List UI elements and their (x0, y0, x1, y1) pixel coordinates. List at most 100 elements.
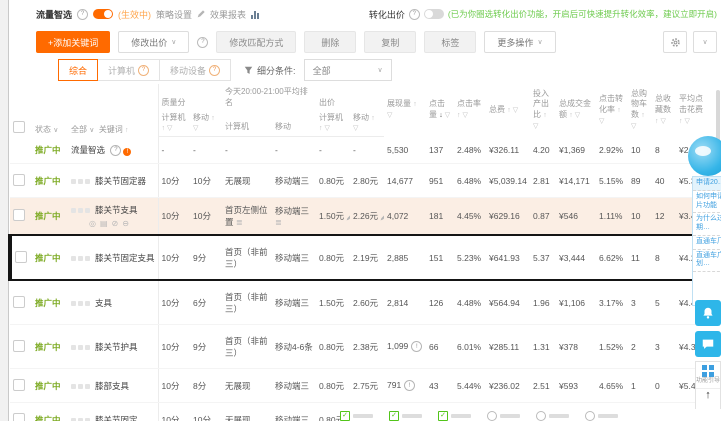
keyword-cell[interactable]: 膝部支具 (68, 368, 159, 403)
bid-pc-cell[interactable]: 0.80元 (316, 233, 351, 281)
bid-mobile-cell[interactable]: 2.75元 (350, 368, 385, 403)
info-icon[interactable]: ? (110, 144, 122, 156)
keyword-label[interactable]: 膝关节护具 (95, 342, 138, 352)
row-select-cell[interactable] (10, 402, 32, 421)
favs-header[interactable]: 总收藏数 ↑ ▽ (652, 84, 676, 137)
help-icon[interactable]: ? (408, 8, 420, 20)
tab-mobile[interactable]: 移动设备? (159, 59, 232, 81)
rank-mobile-header[interactable]: 移动 (272, 110, 317, 137)
keyword-cell[interactable]: 膝关节固定器 (68, 163, 159, 198)
keyword-label[interactable]: 膝关节固定器 (95, 176, 146, 186)
keyword-header[interactable]: 全部 ∨ 关键词 ↑ (68, 84, 159, 137)
faq-link[interactable]: 如何申请图片功能 (693, 191, 721, 214)
table-row[interactable]: 推广中 膝部支具 10分 8分 无展现 移动端三 0.80元 2.75元 791! 43 5.44%… (10, 368, 712, 403)
bid-mobile-cell[interactable]: 2.26元 (350, 197, 385, 236)
ctr-header[interactable]: 点击率 ↑ ▽ (454, 84, 486, 137)
row-checkbox[interactable] (13, 339, 25, 352)
tab-overall[interactable]: 综合 (58, 59, 99, 81)
keyword-cell[interactable]: 膝关节固定 (68, 402, 159, 421)
row-select-cell[interactable] (10, 197, 32, 236)
legend-item[interactable]: ✓ (438, 411, 471, 421)
back-to-top-button[interactable]: ↑ (696, 387, 720, 401)
modify-bid-dropdown[interactable]: 修改出价 ∨ (118, 31, 190, 53)
legend-item[interactable] (487, 411, 520, 421)
quality-pc-header[interactable]: 计算机 ↑ ▽ (158, 110, 190, 137)
row-checkbox[interactable] (13, 295, 25, 308)
bid-pc-cell[interactable]: 0.80元 (316, 163, 351, 198)
column-settings-button[interactable] (663, 31, 687, 53)
impressions-header[interactable]: 展现量 ↑ ▽ (384, 84, 426, 137)
keyword-label[interactable]: 支具 (95, 298, 112, 308)
row-select-cell[interactable] (10, 279, 32, 325)
delete-button[interactable]: 删除 (304, 31, 357, 53)
bid-pc-cell[interactable]: - (316, 136, 351, 164)
keyword-action-icons[interactable]: ◎▤⊘⊖ (89, 219, 155, 228)
help-icon[interactable]: ? (77, 8, 89, 20)
keyword-cell[interactable]: 膝关节固定支具 (68, 233, 159, 281)
list-icon[interactable]: ≣ (275, 218, 282, 227)
quality-mobile-header[interactable]: 移动 ↑ ▽ (190, 110, 222, 137)
table-row[interactable]: 推广中 膝关节护具 10分 9分 首页（非前三） 移动4-6条 0.80元 2.38元 1,09… (10, 324, 712, 369)
filter-select[interactable]: 全部 ∨ (303, 59, 392, 81)
vertical-scrollbar[interactable] (716, 90, 720, 142)
cpc-header[interactable]: 平均点击花费 ↑ ▽ (676, 84, 711, 137)
row-checkbox[interactable] (13, 208, 25, 221)
more-actions-dropdown[interactable]: 更多操作 ∨ (484, 31, 556, 53)
bid-mobile-cell[interactable]: 2.38元 (350, 324, 385, 369)
assistant-mascot[interactable] (688, 136, 721, 176)
keyword-cell[interactable]: 流量智选 ?! (68, 136, 159, 164)
feedback-chat-button[interactable] (695, 331, 721, 357)
keyword-label[interactable]: 膝关节固定 (95, 415, 138, 421)
faq-link[interactable]: 直通车厂… (693, 236, 721, 250)
tag-button[interactable]: 标签 (424, 31, 477, 53)
edit-bid-icon[interactable] (346, 213, 351, 221)
table-row[interactable]: 推广中 膝关节固定器 10分 10分 无展现 移动端三 0.80元 2.80元 14,677 95… (10, 163, 712, 198)
strategy-settings-link[interactable]: 策略设置 (156, 8, 192, 21)
help-icon[interactable]: ? (197, 36, 209, 48)
keyword-label[interactable]: 流量智选 (71, 145, 105, 155)
bid-pc-header[interactable]: 计算机 ↑ ▽ (316, 110, 351, 137)
row-select-cell[interactable] (10, 368, 32, 403)
list-icon[interactable]: ≣ (236, 218, 243, 227)
modify-match-button[interactable]: 修改匹配方式 (216, 31, 297, 53)
table-row[interactable]: 推广中 支具 10分 6分 首页（非前三） 移动端三 1.50元 2.60元 2,814 126 4… (10, 279, 712, 325)
row-checkbox[interactable] (13, 378, 25, 391)
bid-mobile-cell[interactable]: - (350, 136, 385, 164)
copy-button[interactable]: 复制 (364, 31, 417, 53)
keyword-cell[interactable]: 支具 (68, 279, 159, 325)
bid-mobile-cell[interactable]: 2.80元 (350, 163, 385, 198)
keyword-label[interactable]: 膝部支具 (95, 381, 129, 391)
legend-item[interactable] (536, 411, 569, 421)
keyword-label[interactable]: 膝关节支具 (95, 205, 138, 215)
row-checkbox[interactable] (15, 250, 27, 263)
edit-bid-icon[interactable] (380, 213, 385, 221)
tab-pc[interactable]: 计算机? (97, 59, 161, 81)
cost-header[interactable]: 总费 ↑ ▽ (486, 84, 530, 137)
gmv-header[interactable]: 总成交金额 ↑ ▽ (556, 84, 596, 137)
row-checkbox[interactable] (13, 412, 25, 421)
effect-report-link[interactable]: 效果报表 (210, 8, 246, 21)
carts-header[interactable]: 总购物车数 ↑ ▽ (628, 84, 652, 137)
status-header[interactable]: 状态 ∨ (32, 84, 68, 137)
collapse-button[interactable]: ∨ (693, 31, 717, 53)
keyword-cell[interactable]: 膝关节支具 ◎▤⊘⊖ (68, 197, 159, 236)
edit-pencil-icon[interactable] (197, 10, 205, 18)
table-row[interactable]: 推广中 流量智选 ?! - - - - - -5,530 137 2.48% ¥326.11 4.20… (10, 136, 712, 164)
clicks-header[interactable]: 点击量 ↓ ▽ (426, 84, 454, 137)
legend-item[interactable]: ✓ (340, 411, 373, 421)
bid-mobile-cell[interactable]: 2.60元 (350, 279, 385, 325)
smart-traffic-toggle-on[interactable] (93, 9, 114, 19)
conversion-bid-toggle-off[interactable] (423, 9, 444, 19)
select-all-checkbox[interactable] (13, 120, 25, 133)
legend-item[interactable]: ✓ (389, 411, 422, 421)
bid-mobile-cell[interactable]: 2.19元 (350, 233, 385, 281)
add-keyword-button[interactable]: +添加关键词 (36, 31, 111, 53)
table-row[interactable]: 推广中 膝关节固定支具 10分 9分 首页（非前三） 移动端三 0.80元 2.19元 2,88… (8, 233, 713, 281)
row-checkbox[interactable] (13, 173, 25, 186)
row-select-cell[interactable] (10, 324, 32, 369)
low-impression-icon[interactable]: ! (411, 341, 423, 353)
bid-mobile-header[interactable]: 移动 ↑ ▽ (350, 110, 385, 137)
bid-pc-cell[interactable]: 0.80元 (316, 368, 351, 403)
notification-bell-button[interactable] (695, 300, 721, 326)
select-all-header[interactable] (10, 84, 32, 137)
